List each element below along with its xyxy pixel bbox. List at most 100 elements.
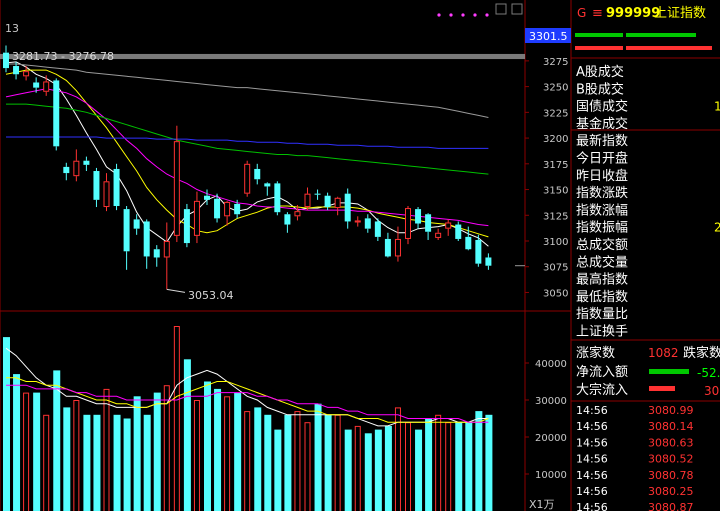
volume-bar <box>324 414 332 511</box>
candle-body <box>465 236 472 250</box>
status-bar-red <box>626 46 712 50</box>
candle-body <box>13 66 20 75</box>
window-dot <box>461 13 465 17</box>
volume-bar <box>234 392 242 511</box>
price-tick-label: 3125 <box>543 211 568 222</box>
price-tick-label: 3150 <box>543 186 568 197</box>
volume-bar <box>143 414 151 511</box>
tick-price: 3080.78 <box>648 469 694 482</box>
tick-price: 3080.99 <box>648 404 694 417</box>
candle-body <box>214 198 221 219</box>
volume-bar <box>364 433 372 511</box>
volume-bar <box>13 374 21 511</box>
window-dot <box>485 13 489 17</box>
menu-icon[interactable]: ≡ <box>592 6 603 21</box>
tick-time: 14:56 <box>576 485 608 498</box>
volume-tick-label: 30000 <box>535 396 567 407</box>
candle-body <box>23 71 30 77</box>
candle-body <box>143 221 150 257</box>
net-inflow-value: -52. <box>697 366 720 380</box>
low-annotation: 3053.04 <box>188 289 234 302</box>
price-tick-label: 3200 <box>543 134 568 145</box>
candle-body <box>435 232 442 238</box>
candle-body <box>83 160 90 165</box>
unit-tag: X1万 <box>529 498 555 511</box>
volume-bar <box>405 422 411 511</box>
stat-label: 国债成交 <box>576 99 628 115</box>
stat-label: 最低指数 <box>576 290 628 305</box>
volume-bar <box>445 422 452 511</box>
stat-label: B股成交 <box>576 81 624 97</box>
volume-bar <box>23 392 30 511</box>
volume-tick-label: 20000 <box>535 433 567 444</box>
stat-label: 上证换手 <box>576 325 628 340</box>
block-inflow-label: 大宗流入 <box>576 382 628 398</box>
candle-body <box>123 209 130 252</box>
volume-bar <box>425 418 433 511</box>
stat-label: 最高指数 <box>576 272 628 288</box>
window-dot <box>449 13 453 17</box>
volume-bar <box>183 359 191 511</box>
ma-line-ma20 <box>5 88 489 227</box>
candle-body <box>73 160 80 177</box>
candle-body <box>183 209 190 244</box>
stat-label: 总成交额 <box>576 237 628 253</box>
security-name: 上证指数 <box>654 6 706 21</box>
candle-body <box>234 203 241 215</box>
candle-body <box>445 222 452 229</box>
stat-label: 指数涨幅 <box>576 203 628 218</box>
group-label[interactable]: G <box>577 6 586 20</box>
candle-body <box>153 249 160 258</box>
candlestick-series <box>3 45 492 293</box>
price-tick-label: 3250 <box>543 83 568 94</box>
stat-value: 1 <box>714 100 720 114</box>
candle-body <box>163 241 170 258</box>
price-tick-label: 3050 <box>543 288 568 299</box>
candle-body <box>133 219 140 229</box>
stat-label: 指数涨跌 <box>576 185 628 201</box>
candle-body <box>475 239 482 264</box>
volume-tick-label: 10000 <box>535 470 567 481</box>
volume-bar <box>274 429 282 511</box>
ma-line-ma_blue <box>6 136 489 149</box>
volume-bar <box>374 429 382 511</box>
block-inflow-value: 30. <box>704 384 720 398</box>
volume-bar <box>153 392 161 511</box>
volume-bar <box>33 392 41 511</box>
volume-bar <box>43 414 50 511</box>
candle-body <box>3 52 9 69</box>
volume-bar <box>264 414 272 511</box>
tick-time: 14:56 <box>576 469 608 482</box>
stat-label: A股成交 <box>576 64 624 80</box>
volume-bar <box>73 400 80 511</box>
ma-line-ma60 <box>6 63 489 118</box>
tick-time: 14:56 <box>576 453 608 466</box>
volume-bar <box>133 396 141 511</box>
volume-bar <box>103 388 110 511</box>
candle-body <box>364 218 371 229</box>
restore-icon[interactable] <box>511 3 523 15</box>
candle-body <box>53 80 60 147</box>
volume-bar <box>344 429 352 511</box>
candle-body <box>334 197 341 209</box>
stat-label: 今日开盘 <box>576 151 628 167</box>
status-bar-green <box>575 33 623 37</box>
block-inflow-bar <box>649 386 675 391</box>
stat-label: 最新指数 <box>576 133 628 149</box>
net-inflow-bar <box>649 369 689 374</box>
window-dot <box>437 13 441 17</box>
volume-bar <box>83 414 91 511</box>
candle-body <box>43 81 50 92</box>
price-tick-label: 3075 <box>543 263 568 274</box>
candle-body <box>314 193 321 195</box>
range-annotation: 3281.73 - 3276.78 <box>12 50 114 63</box>
volume-bar <box>455 422 463 511</box>
window-icon[interactable] <box>495 3 507 15</box>
volume-bar <box>63 407 71 511</box>
candle-body <box>63 166 70 174</box>
quote-side-panel: A股成交B股成交国债成交基金成交最新指数今日开盘昨日收盘指数涨跌指数涨幅指数振幅… <box>571 33 720 511</box>
tick-time: 14:56 <box>576 404 608 417</box>
top-icons <box>495 3 523 15</box>
candle-body <box>284 214 291 225</box>
current-price-text: 3301.5 <box>529 30 568 43</box>
